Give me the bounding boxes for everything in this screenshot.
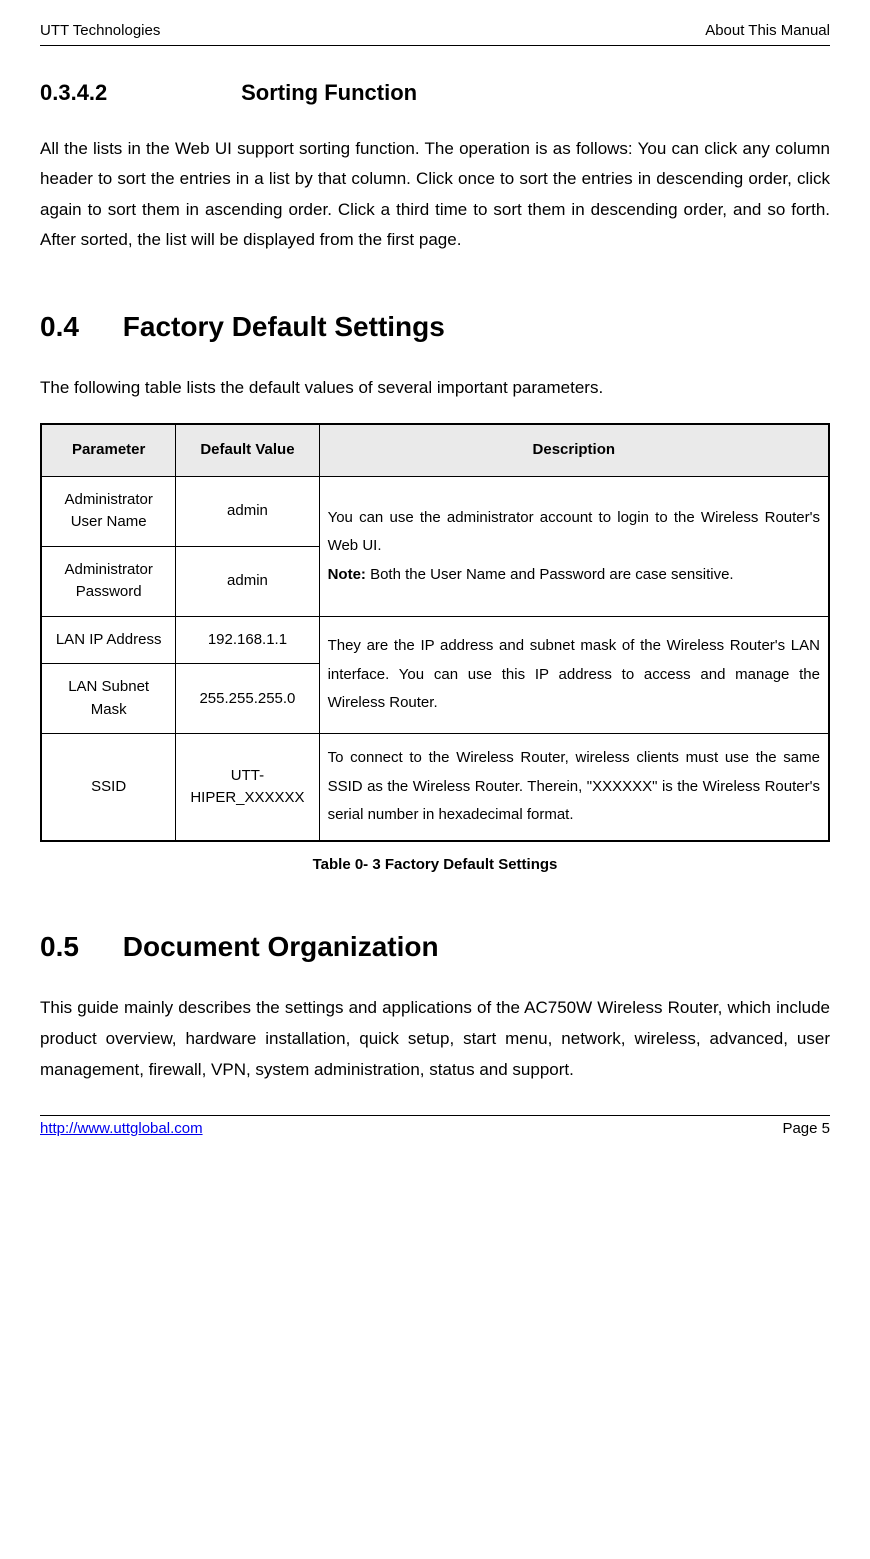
value-cell: admin (176, 476, 319, 546)
table-row: SSID UTT-HIPER_XXXXXX To connect to the … (41, 734, 829, 841)
heading-title: Sorting Function (241, 80, 417, 105)
desc-line: You can use the administrator account to… (328, 509, 820, 555)
page-footer: http://www.uttglobal.com Page 5 (40, 1115, 830, 1141)
desc-cell-ssid: To connect to the Wireless Router, wirel… (319, 734, 829, 841)
table-caption: Table 0- 3 Factory Default Settings (40, 854, 830, 877)
desc-cell-admin: You can use the administrator account to… (319, 476, 829, 616)
param-cell: LAN Subnet Mask (41, 664, 176, 734)
heading-num: 0.5 (40, 926, 115, 968)
heading-document-organization: 0.5 Document Organization (40, 926, 830, 968)
footer-link[interactable]: http://www.uttglobal.com (40, 1118, 203, 1141)
value-cell: UTT-HIPER_XXXXXX (176, 734, 319, 841)
param-cell: LAN IP Address (41, 616, 176, 664)
header-right: About This Manual (705, 20, 830, 43)
col-default-value: Default Value (176, 424, 319, 476)
factory-default-intro: The following table lists the default va… (40, 373, 830, 404)
desc-cell-lan: They are the IP address and subnet mask … (319, 616, 829, 734)
table-row: Administrator User Name admin You can us… (41, 476, 829, 546)
heading-factory-default: 0.4 Factory Default Settings (40, 306, 830, 348)
param-cell: Administrator Password (41, 546, 176, 616)
value-cell: 255.255.255.0 (176, 664, 319, 734)
heading-sorting-function: 0.3.4.2 Sorting Function (40, 76, 830, 109)
param-cell: SSID (41, 734, 176, 841)
note-body: Both the User Name and Password are case… (370, 566, 734, 583)
param-cell: Administrator User Name (41, 476, 176, 546)
table-row: LAN IP Address 192.168.1.1 They are the … (41, 616, 829, 664)
factory-default-table: Parameter Default Value Description Admi… (40, 423, 830, 842)
col-description: Description (319, 424, 829, 476)
heading-num: 0.4 (40, 306, 115, 348)
heading-title: Factory Default Settings (123, 311, 445, 342)
page-number: Page 5 (782, 1118, 830, 1141)
page-header: UTT Technologies About This Manual (40, 20, 830, 46)
value-cell: 192.168.1.1 (176, 616, 319, 664)
note-label: Note: (328, 566, 371, 583)
header-left: UTT Technologies (40, 20, 160, 43)
sorting-function-body: All the lists in the Web UI support sort… (40, 134, 830, 256)
value-cell: admin (176, 546, 319, 616)
col-parameter: Parameter (41, 424, 176, 476)
heading-title: Document Organization (123, 931, 439, 962)
document-organization-body: This guide mainly describes the settings… (40, 993, 830, 1085)
table-header-row: Parameter Default Value Description (41, 424, 829, 476)
heading-num: 0.3.4.2 (40, 76, 235, 109)
